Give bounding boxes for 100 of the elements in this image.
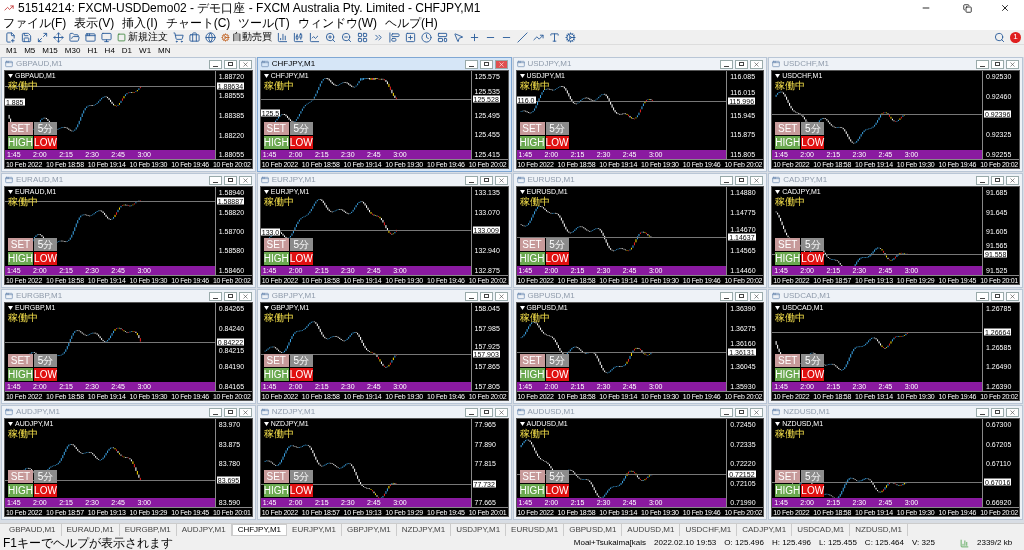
chart-tab[interactable]: CHFJPY,M1 [231,524,288,536]
dropdown-icon[interactable] [263,305,269,310]
minimize-icon[interactable] [208,407,222,417]
restore-icon[interactable] [223,407,237,417]
chart-tab[interactable]: USDJPY,M1 [451,524,507,536]
menu-item[interactable]: ファイル(F) [3,17,67,29]
monitor-icon[interactable] [99,30,114,44]
chart-tab[interactable]: AUDJPY,M1 [176,524,232,536]
low-button[interactable]: LOW [289,252,313,265]
low-button[interactable]: LOW [289,484,313,497]
minimize-icon[interactable] [464,407,478,417]
minimize-icon[interactable] [464,175,478,185]
chart-tab[interactable]: GBPUSD,M1 [564,524,623,536]
trendline-icon[interactable] [515,30,530,44]
chart-tab[interactable]: NZDUSD,M1 [850,524,908,536]
dropdown-icon[interactable] [263,421,269,426]
period-button[interactable]: 5分 [289,122,313,135]
minimize-icon[interactable] [976,175,989,185]
timeframe-button[interactable]: H4 [101,45,118,57]
high-button[interactable]: HIGH [519,368,545,381]
menu-item[interactable]: 表示(V) [74,17,115,29]
minimize-icon[interactable] [464,59,478,69]
chart-tab[interactable]: CADJPY,M1 [737,524,793,536]
restore-icon[interactable] [479,291,493,301]
high-button[interactable]: HIGH [8,368,33,381]
menu-item[interactable]: ツール(T) [238,17,290,29]
dropdown-icon[interactable] [263,189,269,194]
dropdown-icon[interactable] [775,421,781,426]
restore-icon[interactable] [991,59,1004,69]
high-button[interactable]: HIGH [8,136,33,149]
high-button[interactable]: HIGH [519,484,545,497]
high-button[interactable]: HIGH [775,252,801,265]
low-button[interactable]: LOW [289,136,313,149]
bar-chart-icon[interactable] [275,30,290,44]
dropdown-icon[interactable] [8,189,13,194]
dropdown-icon[interactable] [8,421,13,426]
high-button[interactable]: HIGH [263,136,289,149]
dropdown-icon[interactable] [775,189,781,194]
minimize-icon[interactable] [976,59,989,69]
period-button[interactable]: 5分 [801,122,825,135]
zoom-in-icon[interactable] [323,30,338,44]
period-button[interactable]: 5分 [801,354,825,367]
globe-icon[interactable] [203,30,218,44]
high-button[interactable]: HIGH [8,252,33,265]
text-icon[interactable] [547,30,562,44]
period-button[interactable]: 5分 [34,470,57,483]
low-button[interactable]: LOW [545,252,569,265]
low-button[interactable]: LOW [801,484,825,497]
high-button[interactable]: HIGH [263,368,289,381]
period-button[interactable]: 5分 [289,470,313,483]
chart-tab[interactable]: EURGBP,M1 [119,524,177,536]
clock-icon[interactable] [419,30,434,44]
new-chart-icon[interactable] [3,30,18,44]
chart-tab[interactable]: AUDUSD,M1 [622,524,681,536]
chart-tab[interactable]: EURUSD,M1 [506,524,565,536]
minimize-icon[interactable] [976,407,989,417]
zoom-out-icon[interactable] [339,30,354,44]
folder-icon[interactable] [67,30,82,44]
high-button[interactable]: HIGH [775,368,801,381]
dropdown-icon[interactable] [8,73,13,78]
timeframe-button[interactable]: M15 [39,45,61,57]
timeframe-button[interactable]: W1 [136,45,155,57]
settings-icon[interactable] [563,30,578,44]
chart-tab[interactable]: USDCAD,M1 [792,524,851,536]
period-button[interactable]: 5分 [545,238,569,251]
minimize-icon[interactable] [720,407,734,417]
restore-icon[interactable] [991,291,1004,301]
restore-icon[interactable] [479,175,493,185]
period-button[interactable]: 5分 [801,238,825,251]
menu-item[interactable]: ウィンドウ(W) [297,17,377,29]
high-button[interactable]: HIGH [263,252,289,265]
chart-tab[interactable]: EURAUD,M1 [61,524,120,536]
timeframe-button[interactable]: MN [155,45,174,57]
chart-tab[interactable]: NZDJPY,M1 [396,524,452,536]
period-button[interactable]: 5分 [34,122,57,135]
period-button[interactable]: 5分 [34,238,57,251]
low-button[interactable]: LOW [801,252,825,265]
minimize-icon[interactable] [720,175,734,185]
period-button[interactable]: 5分 [34,354,57,367]
restore-icon[interactable] [735,59,749,69]
dropdown-icon[interactable] [263,73,269,78]
dropdown-icon[interactable] [775,305,781,310]
template-icon[interactable] [435,30,450,44]
restore-icon[interactable] [479,407,493,417]
chart-tab[interactable]: GBPJPY,M1 [341,524,397,536]
period-button[interactable]: 5分 [545,354,569,367]
notification-badge[interactable]: 1 [1010,31,1021,43]
period-button[interactable]: 5分 [289,238,313,251]
restore-icon[interactable] [991,175,1004,185]
minimize-icon[interactable] [208,59,222,69]
line-chart-icon[interactable] [307,30,322,44]
low-button[interactable]: LOW [545,484,569,497]
restore-icon[interactable] [479,59,493,69]
period-button[interactable]: 5分 [289,354,313,367]
restore-icon[interactable] [963,3,972,13]
dropdown-icon[interactable] [519,421,525,426]
menu-item[interactable]: ヘルプ(H) [385,17,438,29]
dropdown-icon[interactable] [519,73,525,78]
period-button[interactable]: 5分 [801,470,825,483]
low-button[interactable]: LOW [289,368,313,381]
